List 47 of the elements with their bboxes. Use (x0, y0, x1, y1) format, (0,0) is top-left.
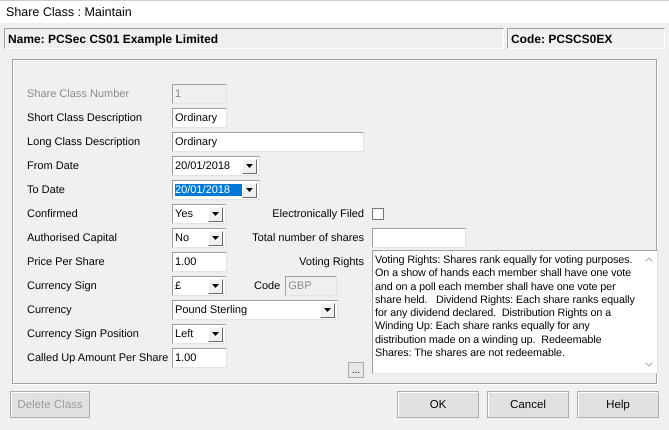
field-label: Currency Sign (27, 280, 98, 292)
input-field[interactable]: Ordinary (172, 132, 364, 152)
dropdown-arrow-icon (212, 212, 219, 216)
date-picker[interactable]: 20/01/2018 (172, 156, 260, 176)
dropdown[interactable]: £ (172, 276, 226, 296)
code-label: Code (254, 280, 280, 292)
dropdown-arrow-icon (212, 284, 219, 288)
dropdown-arrow-icon (246, 188, 253, 192)
field-label: Voting Rights (299, 256, 364, 268)
field-label: Currency (27, 304, 73, 316)
dropdown[interactable]: Pound Sterling (172, 300, 338, 320)
field-label: Confirmed (27, 208, 79, 220)
field-label: Electronically Filed (272, 208, 364, 220)
dialog-button[interactable]: Cancel (487, 391, 569, 418)
input-field[interactable]: Ordinary (172, 108, 227, 128)
voting-rights-text: Voting Rights: Shares rank equally for voting purposes. On a show of hands each member shall have one vote and on a poll each member shall have one vote per share held. Dividend Rights: Each share ranks equally for any dividend declared. Distribution Rights on a Winding Up: Each share ranks equally for any distribution made on a winding up. Redeemable Shares: The shares are not redeemable. (374, 253, 636, 362)
input-field[interactable]: 1.00 (172, 252, 227, 272)
scroll-down-icon[interactable] (645, 362, 653, 367)
field-label: Price Per Share (27, 256, 106, 268)
company-name: Name: PCSec CS01 Example Limited (4, 28, 504, 49)
date-picker[interactable]: 20/01/2018 (172, 180, 260, 200)
input-field[interactable] (372, 228, 466, 248)
field-label: Authorised Capital (27, 232, 118, 244)
dialog-button[interactable]: Help (577, 391, 659, 418)
field-label: Currency Sign Position (27, 328, 140, 340)
field-label: From Date (27, 160, 80, 172)
scroll-up-icon[interactable] (645, 257, 653, 262)
dropdown-arrow-icon (212, 332, 219, 336)
field-label: To Date (27, 184, 66, 196)
field-label: Total number of shares (252, 232, 364, 244)
window-title: Share Class : Maintain (6, 5, 132, 19)
company-code: Code: PCSCS0EX (507, 28, 665, 49)
dropdown-arrow-icon (212, 236, 219, 240)
field-label: Short Class Description (27, 112, 143, 124)
field-label: Share Class Number (27, 88, 130, 100)
input-field[interactable]: 1.00 (172, 348, 227, 368)
text-area[interactable] (372, 250, 658, 374)
dropdown[interactable]: Left (172, 324, 226, 344)
more-button[interactable]: ... (348, 362, 364, 378)
dropdown[interactable]: No (172, 228, 226, 248)
field-label: Long Class Description (27, 136, 142, 148)
checkbox[interactable] (372, 208, 384, 220)
dropdown[interactable]: Yes (172, 204, 226, 224)
dropdown-arrow-icon (324, 308, 331, 312)
dialog-button[interactable]: OK (397, 391, 479, 418)
field-label: Called Up Amount Per Share (27, 352, 170, 364)
dropdown-arrow-icon (246, 164, 253, 168)
